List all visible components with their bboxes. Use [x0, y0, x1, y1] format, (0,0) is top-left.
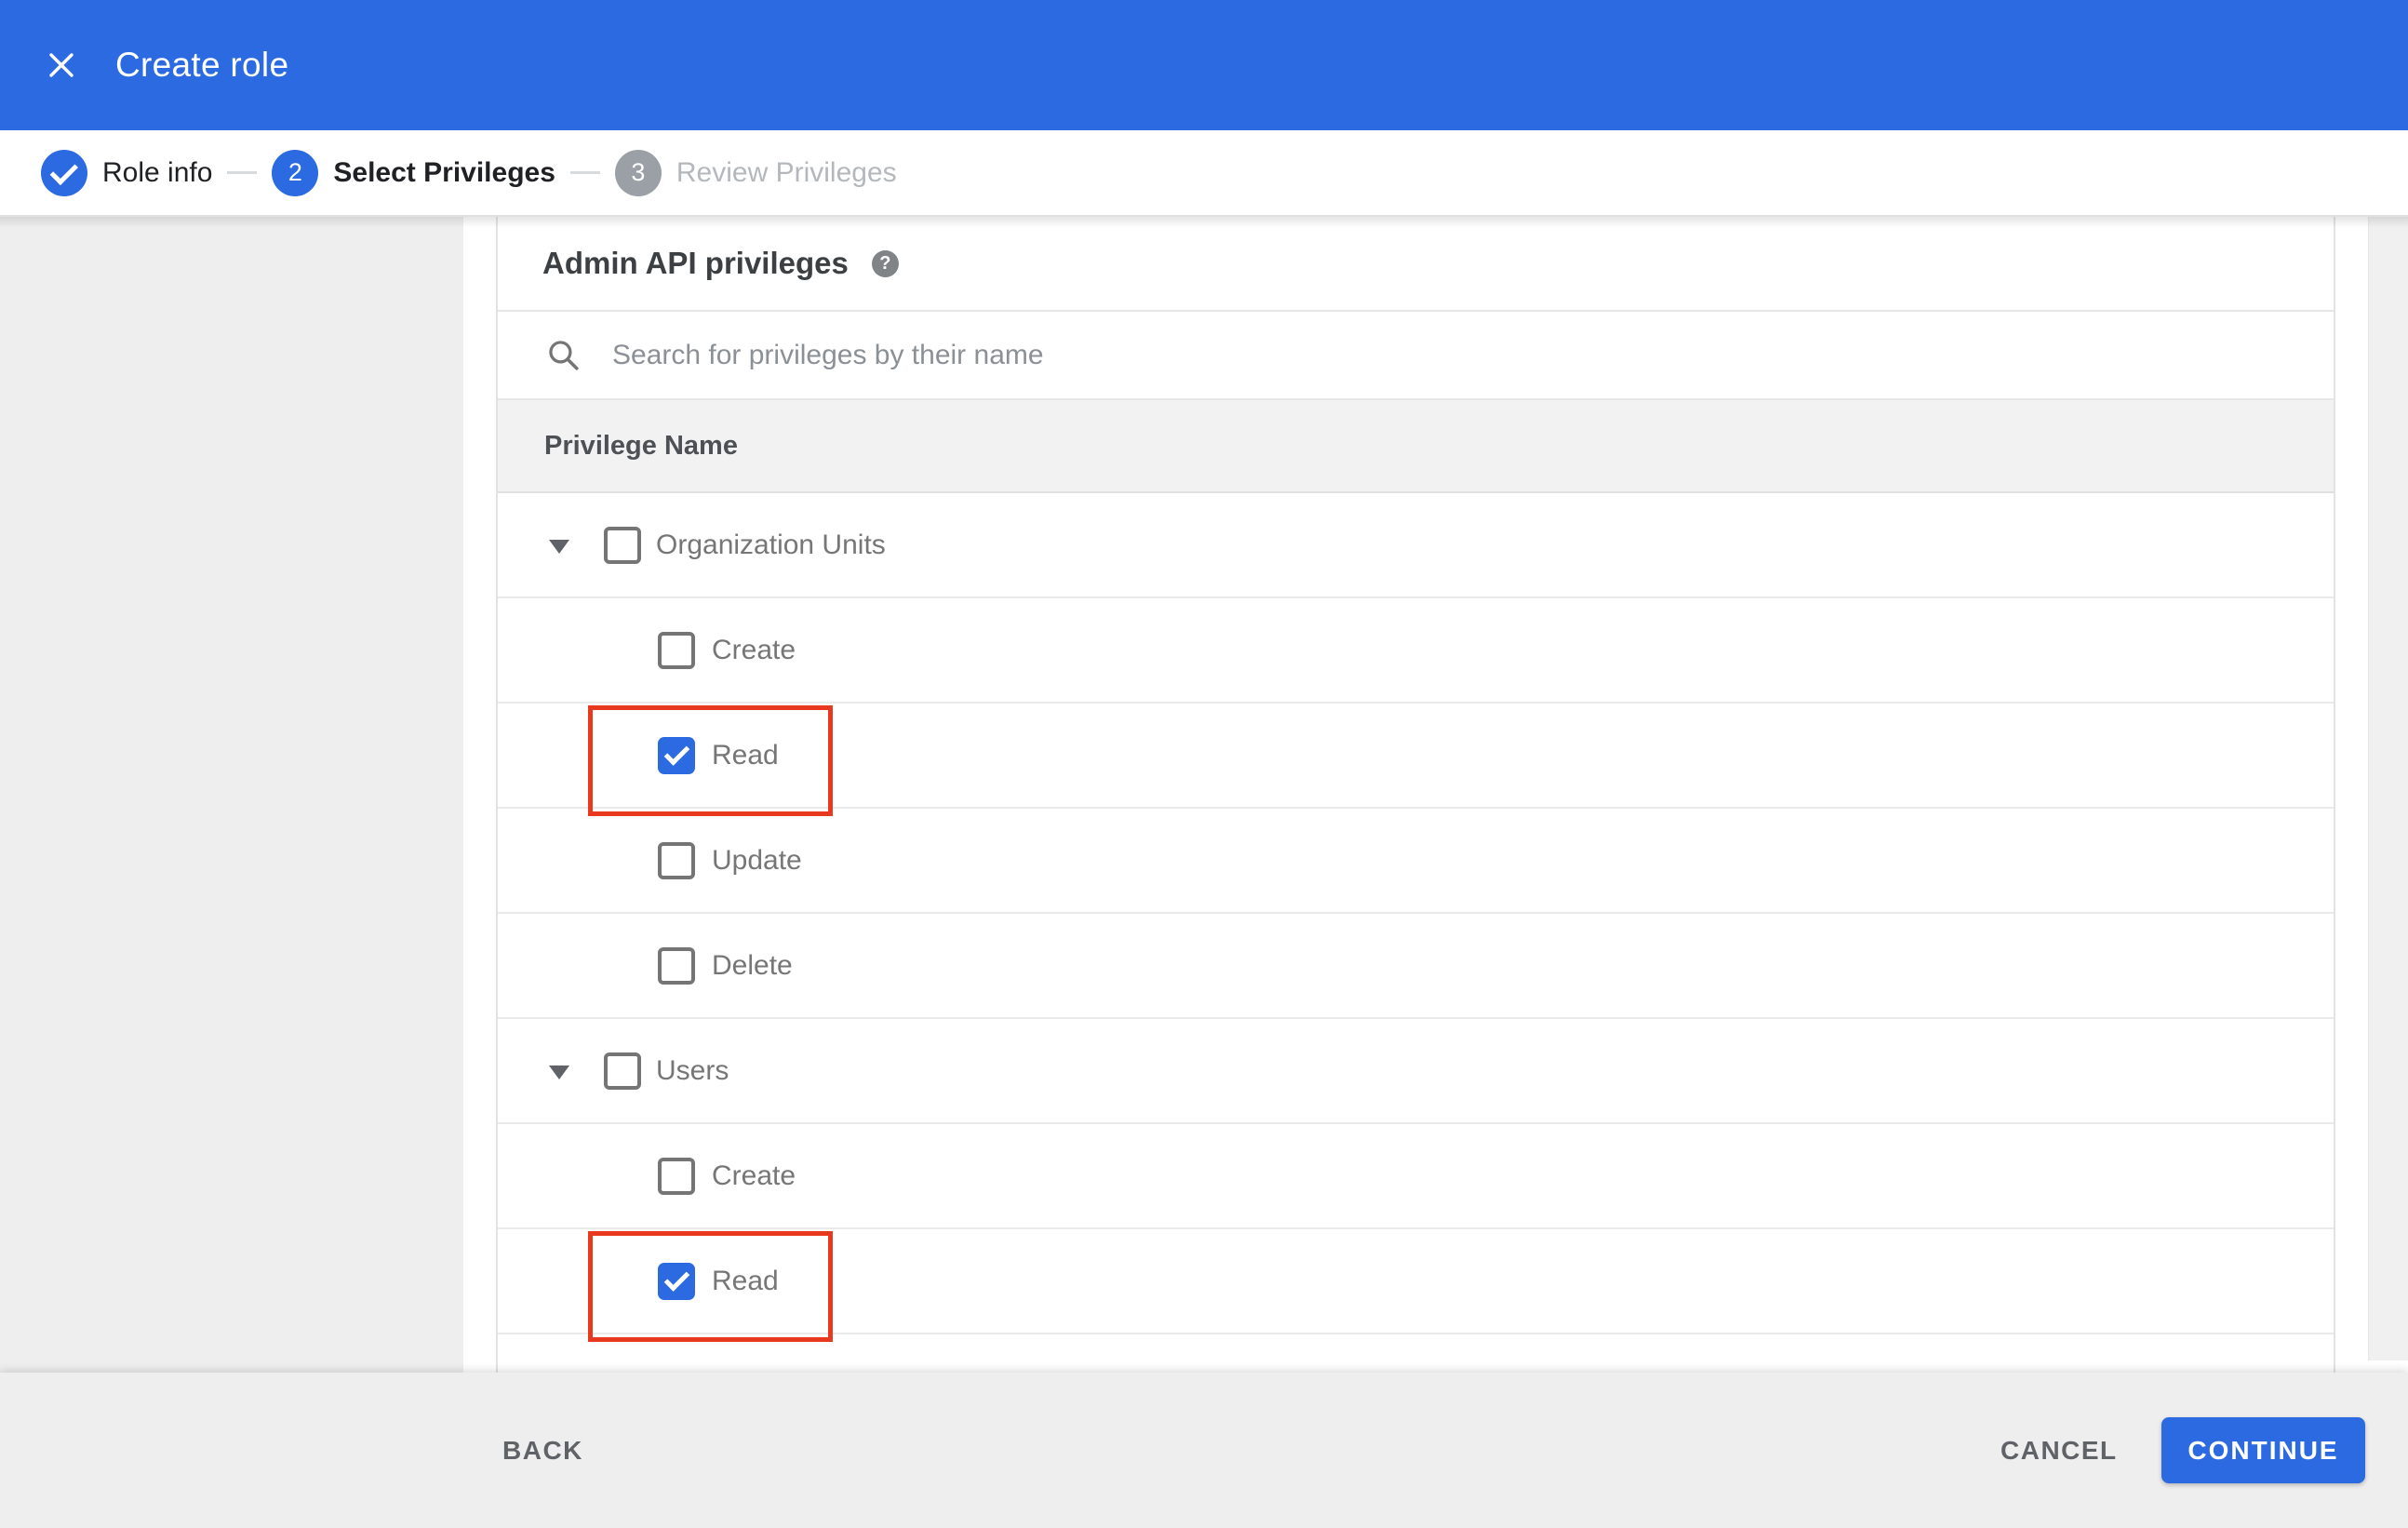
table-column-header: Privilege Name [498, 400, 2334, 493]
privileges-search-row [498, 312, 2334, 400]
stepper-step-2[interactable]: 2 Select Privileges [272, 149, 555, 196]
step-label: Role info [102, 156, 213, 188]
privileges-table-body: Organization Units Create Read Update De… [498, 493, 2334, 1342]
privilege-row: Update [498, 809, 2334, 914]
privilege-row: Read [498, 1229, 2334, 1342]
privilege-checkbox[interactable] [658, 1157, 695, 1195]
footer-bar: BACK CANCEL CONTINUE [0, 1373, 2408, 1528]
scrollbar[interactable] [2368, 217, 2408, 1360]
privilege-label: Create [712, 1159, 796, 1191]
privilege-row: Create [498, 598, 2334, 704]
search-icon [546, 338, 581, 372]
step-circle: 3 [614, 149, 662, 196]
close-icon [46, 49, 77, 81]
step-circle: 2 [272, 149, 319, 196]
stepper: 1 Role info 2 Select Privileges 3 Review… [0, 130, 2408, 217]
collapse-arrow-icon[interactable] [549, 539, 569, 554]
dialog-title: Create role [115, 46, 289, 84]
privilege-row: Create [498, 1124, 2334, 1229]
privilege-checkbox[interactable] [604, 526, 641, 564]
back-button[interactable]: BACK [486, 1427, 600, 1475]
step-circle: 1 [41, 149, 87, 196]
privilege-checkbox[interactable] [658, 736, 695, 774]
collapse-arrow-icon[interactable] [549, 1065, 569, 1079]
check-icon [49, 156, 78, 185]
step-label: Select Privileges [333, 156, 555, 188]
privilege-row: Read [498, 704, 2334, 816]
privilege-row: Organization Units [498, 493, 2334, 598]
cancel-button[interactable]: CANCEL [1984, 1427, 2134, 1475]
dialog-header: Create role [0, 0, 2408, 130]
privilege-label: Delete [712, 949, 793, 981]
stepper-step-1[interactable]: 1 Role info [41, 149, 213, 196]
privilege-checkbox[interactable] [658, 946, 695, 985]
highlight-annotation-box [588, 1231, 833, 1342]
privileges-card: Admin API privileges ? Privilege Name Or… [496, 217, 2335, 1373]
search-input[interactable] [610, 338, 2010, 372]
continue-button[interactable]: CONTINUE [2161, 1417, 2365, 1483]
column-header-label: Privilege Name [544, 430, 738, 461]
privilege-label: Create [712, 634, 796, 665]
privilege-checkbox[interactable] [658, 631, 695, 669]
privilege-label: Users [656, 1054, 729, 1086]
card-heading-row: Admin API privileges ? [498, 217, 2334, 312]
highlight-annotation-box [588, 705, 833, 816]
privilege-checkbox[interactable] [658, 841, 695, 879]
privilege-label: Read [712, 739, 779, 771]
privilege-row: Users [498, 1019, 2334, 1124]
privilege-checkbox[interactable] [604, 1052, 641, 1090]
close-button[interactable] [39, 43, 84, 87]
privilege-label: Update [712, 844, 802, 876]
privilege-checkbox[interactable] [658, 1262, 695, 1300]
card-title: Admin API privileges [542, 246, 849, 280]
privilege-label: Organization Units [656, 529, 886, 560]
step-label: Review Privileges [676, 156, 897, 188]
help-icon[interactable]: ? [871, 249, 899, 277]
step-connector [227, 171, 258, 174]
privilege-row: Delete [498, 914, 2334, 1019]
step-connector [569, 171, 600, 174]
left-sidebar-panel [0, 217, 463, 1528]
privilege-label: Read [712, 1265, 779, 1296]
stepper-step-3[interactable]: 3 Review Privileges [614, 149, 897, 196]
